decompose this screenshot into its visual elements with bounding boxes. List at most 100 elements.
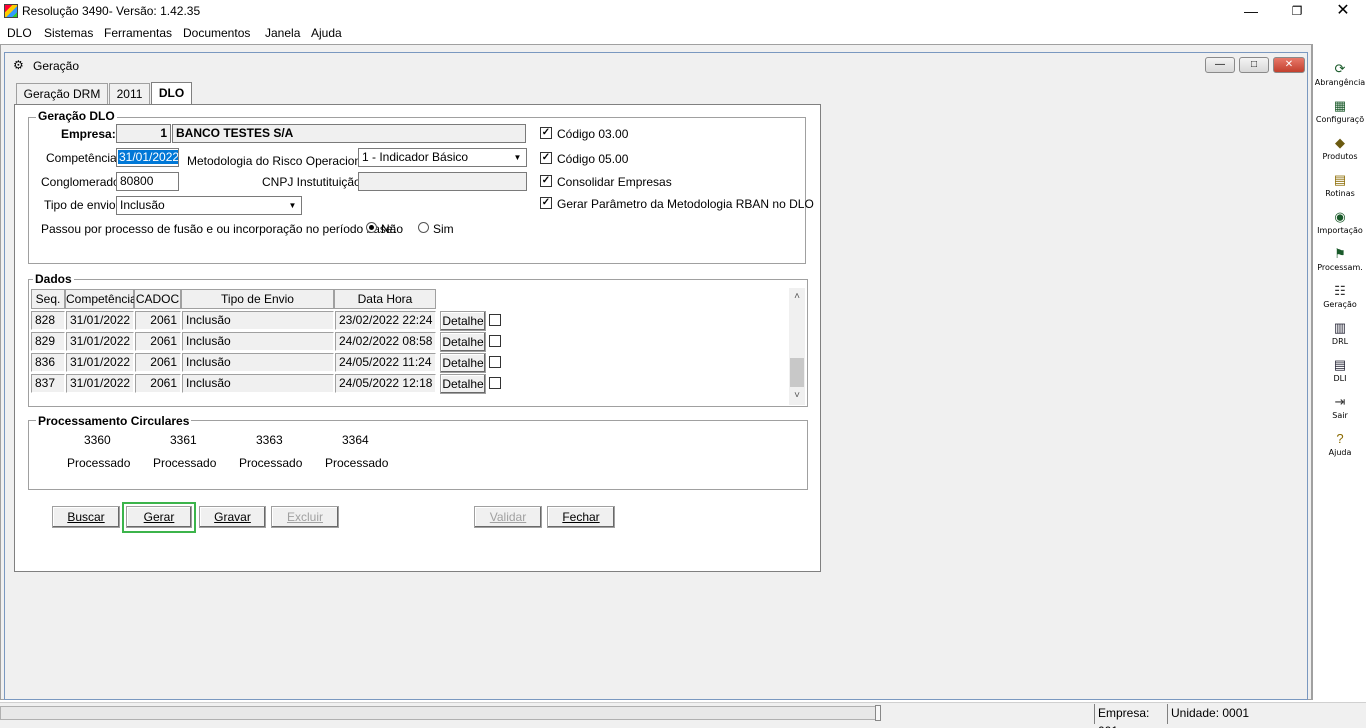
- circular-status: Processado: [325, 456, 389, 470]
- cnpj-label: CNPJ Instutituição:: [262, 175, 365, 189]
- cnpj-input[interactable]: [358, 172, 527, 191]
- row-checkbox[interactable]: [489, 377, 501, 389]
- table-row-competencia: 31/01/2022: [66, 374, 134, 393]
- toolbar-sair[interactable]: ⇥ Sair: [1313, 391, 1366, 428]
- exit-icon: ⇥: [1334, 394, 1346, 409]
- table-row-competencia: 31/01/2022: [66, 353, 134, 372]
- app-icon: [4, 4, 18, 18]
- close-icon[interactable]: ✕: [1320, 0, 1366, 22]
- checkbox-codigo-0500-label: Código 05.00: [557, 152, 629, 166]
- validar-button[interactable]: Validar: [474, 506, 542, 528]
- header-tipo-envio[interactable]: Tipo de Envio: [181, 289, 334, 309]
- toolbar-geracao[interactable]: ☷ Geração: [1313, 280, 1366, 317]
- chevron-up-icon[interactable]: ˄: [789, 290, 805, 304]
- minimize-icon[interactable]: —: [1228, 0, 1274, 22]
- excluir-button[interactable]: Excluir: [271, 506, 339, 528]
- tab-geracao-drm[interactable]: Geração DRM: [16, 83, 108, 105]
- table-row-data: 24/05/2022 11:24: [335, 353, 436, 372]
- metodologia-value: 1 - Indicador Básico: [362, 150, 469, 164]
- tab-2011[interactable]: 2011: [109, 83, 150, 105]
- toolbar-importacao[interactable]: ◉ Importação: [1313, 206, 1366, 243]
- status-splitter[interactable]: [875, 705, 881, 721]
- gear-icon: ⚙: [13, 58, 24, 72]
- buscar-button[interactable]: Buscar: [52, 506, 120, 528]
- table-row-tipo: Inclusão: [182, 374, 334, 393]
- checkbox-rban[interactable]: ✓: [540, 197, 552, 209]
- detalhe-button[interactable]: Detalhe: [440, 332, 486, 352]
- toolbar-produtos[interactable]: ◆ Produtos: [1313, 132, 1366, 169]
- empresa-code-field: 1: [116, 124, 171, 143]
- child-minimize-icon[interactable]: —: [1205, 57, 1235, 73]
- gerar-button[interactable]: Gerar: [126, 506, 192, 528]
- tipo-envio-select[interactable]: Inclusão ▼: [116, 196, 302, 215]
- header-data-hora[interactable]: Data Hora Geração: [334, 289, 436, 324]
- table-row-seq: 828: [31, 311, 65, 330]
- import-icon: ◉: [1334, 209, 1346, 224]
- toolbar-configuracoes[interactable]: ▦ Configuraçõ: [1313, 95, 1366, 132]
- row-checkbox[interactable]: [489, 335, 501, 347]
- help-icon: ?: [1336, 431, 1344, 446]
- toolbar-rotinas[interactable]: ▤ Rotinas: [1313, 169, 1366, 206]
- header-cadoc[interactable]: CADOC: [134, 289, 181, 309]
- child-close-icon[interactable]: ✕: [1273, 57, 1305, 73]
- detalhe-button[interactable]: Detalhe: [440, 311, 486, 331]
- chevron-down-icon: ▼: [288, 201, 297, 210]
- header-competencia[interactable]: Competência: [65, 289, 137, 309]
- toolbar-processamento[interactable]: ⚑ Processam.: [1313, 243, 1366, 280]
- row-checkbox[interactable]: [489, 356, 501, 368]
- detalhe-button[interactable]: Detalhe: [440, 353, 486, 373]
- radio-nao[interactable]: [366, 222, 377, 233]
- radio-sim[interactable]: [418, 222, 429, 233]
- toolbar-abrangencia[interactable]: ⟳ Abrangência: [1313, 58, 1366, 95]
- toolbar-drl[interactable]: ▥ DRL: [1313, 317, 1366, 354]
- fusao-label: Passou por processo de fusão e ou incorp…: [41, 222, 396, 236]
- empresa-label: Empresa:: [61, 127, 116, 141]
- menu-ajuda[interactable]: Ajuda: [311, 26, 342, 40]
- restore-icon[interactable]: ❐: [1274, 0, 1320, 22]
- menu-documentos[interactable]: Documentos: [183, 26, 250, 40]
- status-empresa: Empresa: 001: [1094, 704, 1166, 728]
- products-icon: ◆: [1335, 135, 1345, 150]
- conglomerado-input[interactable]: 80800: [116, 172, 179, 191]
- table-row-cadoc: 2061: [135, 311, 181, 330]
- radio-sim-label: Sim: [433, 222, 454, 236]
- checkbox-rban-label: Gerar Parâmetro da Metodologia RBAN no D…: [557, 197, 814, 211]
- menu-bar: DLO Sistemas Ferramentas Documentos Jane…: [0, 23, 1366, 43]
- detalhe-button[interactable]: Detalhe: [440, 374, 486, 394]
- menu-dlo[interactable]: DLO: [7, 26, 32, 40]
- table-row-competencia: 31/01/2022: [66, 311, 134, 330]
- competencia-input[interactable]: 31/01/2022: [116, 148, 179, 167]
- dados-scrollbar[interactable]: ˄ ˅: [789, 288, 805, 405]
- toolbar-dli[interactable]: ▤ DLI: [1313, 354, 1366, 391]
- dados-title: Dados: [33, 272, 74, 286]
- checkbox-consolidar[interactable]: ✓: [540, 175, 552, 187]
- menu-janela[interactable]: Janela: [265, 26, 300, 40]
- table-row-cadoc: 2061: [135, 374, 181, 393]
- checkbox-codigo-0500[interactable]: ✓: [540, 152, 552, 164]
- scrollbar-thumb[interactable]: [790, 358, 804, 387]
- gravar-button[interactable]: Gravar: [199, 506, 266, 528]
- metodologia-label: Metodologia do Risco Operacional:: [187, 154, 374, 168]
- fechar-button[interactable]: Fechar: [547, 506, 615, 528]
- table-row-data: 23/02/2022 22:24: [335, 311, 436, 330]
- child-restore-icon[interactable]: □: [1239, 57, 1269, 73]
- empresa-name-field: BANCO TESTES S/A: [172, 124, 526, 143]
- competencia-value: 31/01/2022: [118, 150, 179, 164]
- menu-ferramentas[interactable]: Ferramentas: [104, 26, 172, 40]
- circular-code: 3363: [256, 433, 283, 447]
- app-title: Resolução 3490- Versão: 1.42.35: [22, 4, 201, 18]
- process-icon: ⚑: [1334, 246, 1346, 261]
- row-checkbox[interactable]: [489, 314, 501, 326]
- menu-sistemas[interactable]: Sistemas: [44, 26, 93, 40]
- header-seq[interactable]: Seq.: [31, 289, 65, 309]
- checkbox-codigo-0300[interactable]: ✓: [540, 127, 552, 139]
- side-toolbar: ⟳ Abrangência ▦ Configuraçõ ◆ Produtos ▤ Rot…: [1312, 44, 1366, 700]
- metodologia-select[interactable]: 1 - Indicador Básico ▼: [358, 148, 527, 167]
- circular-status: Processado: [239, 456, 303, 470]
- chevron-down-icon[interactable]: ˅: [789, 389, 805, 403]
- circular-code: 3361: [170, 433, 197, 447]
- tab-dlo[interactable]: DLO: [151, 82, 192, 106]
- geracao-dlo-title: Geração DLO: [36, 109, 117, 123]
- status-unidade: Unidade: 0001: [1167, 704, 1255, 724]
- toolbar-ajuda[interactable]: ? Ajuda: [1313, 428, 1366, 465]
